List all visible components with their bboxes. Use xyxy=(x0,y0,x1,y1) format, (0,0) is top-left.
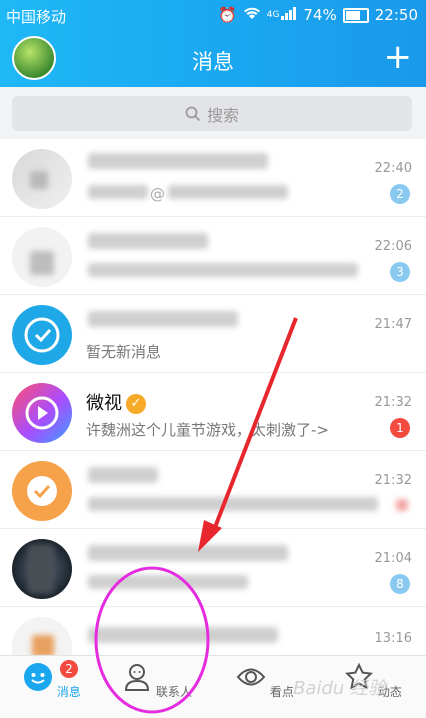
conversation-row[interactable]: 暂无新消息 21:47 xyxy=(0,295,426,373)
conversation-row[interactable]: 13:16 xyxy=(0,607,426,665)
tab-label: 看点 xyxy=(269,685,294,699)
blurred-name xyxy=(88,627,278,643)
message-time: 21:32 xyxy=(374,395,412,410)
eye-icon xyxy=(236,668,266,686)
search-input[interactable]: 搜索 xyxy=(12,96,412,131)
blurred-name xyxy=(88,233,208,249)
signal-icon xyxy=(281,6,297,24)
unread-badge: 1 xyxy=(390,418,410,438)
avatar xyxy=(12,383,72,443)
avatar xyxy=(12,461,72,521)
blurred-name xyxy=(88,153,268,169)
alarm-icon: ⏰ xyxy=(218,6,237,24)
conversation-row[interactable]: 21:32 xyxy=(0,451,426,529)
message-preview: 暂无新消息 xyxy=(86,343,162,361)
conversation-row[interactable]: 微视 ✓ 许魏洲这个儿童节游戏，太刺激了-> 21:32 1 xyxy=(0,373,426,451)
top-header: 中国移动 ⏰ 4G 74% 22:50 消息 + xyxy=(0,0,426,87)
message-time: 13:16 xyxy=(374,631,412,646)
blurred-text xyxy=(168,185,288,199)
message-time: 21:04 xyxy=(374,551,412,566)
message-time: 21:47 xyxy=(374,317,412,332)
battery-percent: 74% xyxy=(303,6,337,24)
unread-badge: 2 xyxy=(390,184,410,204)
avatar xyxy=(12,305,72,365)
blurred-text xyxy=(88,575,248,589)
tab-label: 消息 xyxy=(56,685,81,699)
clock: 22:50 xyxy=(374,6,418,24)
tab-badge: 2 xyxy=(60,660,78,678)
conversation-row[interactable]: @ 22:40 2 xyxy=(0,139,426,217)
blurred-name xyxy=(88,467,158,483)
avatar xyxy=(12,149,72,209)
message-time: 21:32 xyxy=(374,473,412,488)
page-title: 消息 xyxy=(192,50,234,74)
conversation-row[interactable]: 21:04 8 xyxy=(0,529,426,607)
search-bar: 搜索 xyxy=(0,87,426,139)
search-placeholder: 搜索 xyxy=(206,105,239,125)
message-preview: @ xyxy=(150,185,165,203)
watermark: Baidu 经验 xyxy=(293,678,386,699)
carrier-label: 中国移动 xyxy=(6,8,67,26)
weishi-logo-icon xyxy=(25,396,59,430)
status-bar: 中国移动 ⏰ 4G 74% 22:50 xyxy=(0,0,426,30)
contacts-icon xyxy=(125,664,150,691)
blurred-badge xyxy=(396,499,408,511)
search-icon xyxy=(185,106,201,121)
message-time: 22:06 xyxy=(374,239,412,254)
contact-name: 微视 ✓ xyxy=(86,389,146,415)
wifi-icon xyxy=(243,6,261,24)
badge-logo-icon xyxy=(27,476,57,506)
blurred-name xyxy=(88,311,238,327)
battery-icon xyxy=(342,7,369,23)
message-time: 22:40 xyxy=(374,161,412,176)
avatar xyxy=(12,227,72,287)
blurred-text xyxy=(88,497,378,511)
status-icons: ⏰ 4G 74% 22:50 xyxy=(218,6,418,24)
message-icon xyxy=(24,663,53,691)
tab-contacts[interactable]: 联系人 xyxy=(117,662,197,700)
verified-icon: ✓ xyxy=(126,394,146,414)
unread-badge: 8 xyxy=(390,574,410,594)
tab-label: 联系人 xyxy=(155,685,192,699)
tab-messages[interactable]: 2 消息 xyxy=(12,660,92,700)
message-preview: 许魏洲这个儿童节游戏，太刺激了-> xyxy=(86,421,329,439)
avatar xyxy=(12,539,72,599)
conversation-row[interactable]: 22:06 3 xyxy=(0,217,426,295)
app-logo-icon xyxy=(24,317,60,353)
add-button[interactable]: + xyxy=(384,38,413,76)
blurred-name xyxy=(88,545,288,561)
unread-badge: 3 xyxy=(390,262,410,282)
network-label: 4G xyxy=(266,10,280,20)
blurred-text xyxy=(88,263,358,277)
blurred-text xyxy=(88,185,148,199)
